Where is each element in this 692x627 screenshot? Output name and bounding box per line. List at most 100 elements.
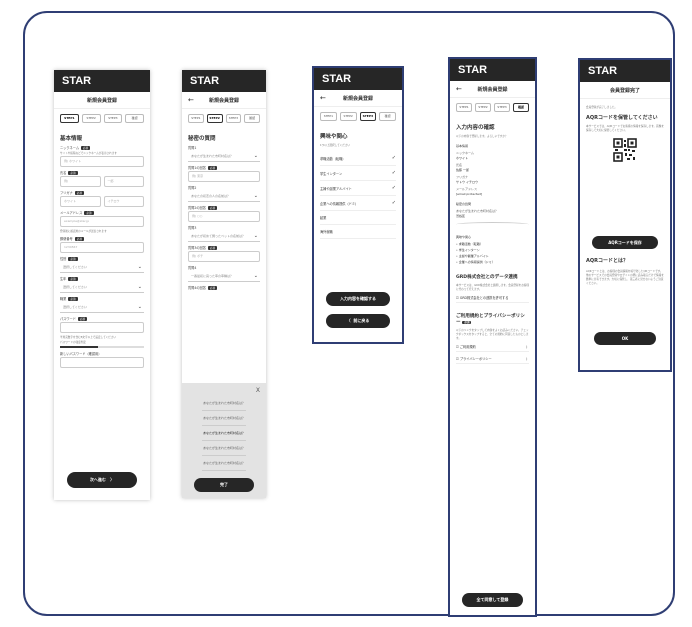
agree-register-button[interactable]: 全て同意して登録 [462, 593, 523, 607]
zip-input[interactable]: 1234567 [60, 242, 144, 253]
confirm-button[interactable]: 入力内容を確認する [326, 292, 390, 306]
group-heading: 基本情報 [456, 144, 469, 148]
step-2: STEP2 [81, 114, 101, 123]
back-arrow-icon[interactable]: ← [320, 94, 326, 102]
save-qr-button[interactable]: AQRコードを保存 [592, 236, 658, 249]
chevron-right-icon: 〉 [525, 357, 529, 361]
picker-option[interactable]: あなたが生まれた市町村名は？ [202, 396, 246, 411]
birth-select[interactable]: 選択してください ⌄ [60, 282, 144, 293]
chevron-down-icon: ⌄ [137, 284, 142, 290]
step-1: STEP1 [456, 103, 472, 112]
app-title: STAR [182, 70, 266, 92]
interest-item[interactable]: 主婦や副業アルバイト ✓ [320, 181, 396, 196]
step-3: STEP3 [494, 103, 510, 112]
interest-item[interactable]: 起業 [320, 211, 396, 225]
required-badge: 必須 [84, 210, 94, 215]
q4-label: 質問4 [188, 266, 197, 270]
zip-label: 郵便番号 必須 [60, 236, 84, 241]
data-link-note: 本サービスは、GRD株式会社と連携します。会員登録をお客様に代わって行えます。 [456, 284, 529, 291]
password-confirm-input[interactable] [60, 357, 144, 368]
last-name-input[interactable]: 例) [60, 176, 101, 187]
data-link-title: GRD株式会社とのデータ連携 [456, 275, 518, 280]
data-link-checkbox[interactable]: ☑ GRD株式会社との連携を許可する [456, 293, 529, 303]
a2-input[interactable]: 例) ○○ [188, 211, 260, 222]
required-badge: 必須 [68, 296, 78, 301]
picker-option[interactable]: あなたが生まれた市町村名は？ [202, 426, 246, 441]
qr-code-icon [613, 138, 637, 162]
a1-label: 質問1の回答 必須 [188, 165, 218, 170]
terms-note: 以下のリンクをタップして内容をよくお読みください。チェックボックスをタップすると… [456, 329, 529, 340]
picker-option[interactable]: あなたが生まれた市町村名は？ [202, 456, 246, 471]
screen-confirm: STAR ← 新規会員登録 STEP1 STEP2 STEP3 確認 入力内容の… [448, 57, 537, 617]
section-title: 秘密の質問 [188, 136, 216, 142]
chevron-right-icon: 〉 [110, 477, 115, 482]
ok-button[interactable]: OK [594, 332, 656, 345]
truncation-wave [456, 222, 529, 227]
kana-first-input[interactable]: イチロウ [103, 196, 144, 207]
privacy-link[interactable]: ☑ プライバシーポリシー〉 [456, 354, 529, 364]
password-input[interactable] [60, 322, 144, 333]
next-button[interactable]: 次へ進む 〉 [67, 472, 137, 488]
check-icon: ✓ [391, 185, 396, 191]
required-badge: 必須 [68, 256, 78, 261]
chevron-down-icon: ⌄ [137, 304, 142, 310]
back-button[interactable]: 〈 前に戻る [326, 314, 390, 328]
required-badge: 必須 [81, 145, 91, 150]
screen-basic-info: STAR 新規会員登録 STEP1 STEP2 STEP3 確認 基本情報 ニッ… [54, 70, 150, 500]
a3-input[interactable]: 例) ポチ [188, 251, 260, 262]
close-icon[interactable]: X [182, 383, 266, 396]
step-1: STEP1 [60, 114, 79, 123]
required-badge: 必須 [207, 205, 218, 210]
chevron-down-icon: ⌄ [253, 233, 258, 239]
q2-label: 質問2 [188, 186, 197, 190]
interest-item[interactable]: 海外就職 [320, 225, 396, 239]
gender-select[interactable]: 選択してください ⌄ [60, 262, 144, 273]
nickname-input[interactable]: 例) ホワイト [60, 156, 144, 167]
chevron-down-icon: ⌄ [253, 193, 258, 199]
kana-label: フリガナ 必須 [60, 190, 84, 195]
section-title: 基本情報 [60, 136, 83, 142]
step-confirm: 確認 [125, 114, 144, 123]
required-badge: 必須 [207, 285, 218, 290]
required-badge: 必須 [77, 316, 88, 321]
step-1: STEP1 [188, 114, 204, 123]
confirm-note: 以下の内容で登録します。よろしいですか？ [456, 135, 508, 138]
chevron-down-icon: ⌄ [253, 273, 258, 279]
step-indicator: STEP1 STEP2 STEP3 確認 [54, 109, 150, 128]
q1-select[interactable]: あなたが生まれた市町村名は？ ⌄ [188, 151, 260, 162]
chevron-right-icon: 〉 [525, 345, 529, 349]
interest-item[interactable]: 求職活動（転職） ✓ [320, 151, 396, 166]
kana-last-input[interactable]: ホワイト [60, 196, 101, 207]
interest-item[interactable]: 学生インターン ✓ [320, 166, 396, 181]
job-select[interactable]: 選択してください ⌄ [60, 302, 144, 313]
terms-link[interactable]: ☑ ご利用規約〉 [456, 342, 529, 352]
a1-input[interactable]: 例) 東京 [188, 171, 260, 182]
q4-select[interactable]: 一番最初に買った車の車種は？ ⌄ [188, 271, 260, 282]
q2-select[interactable]: あなたの初恋の人の名前は？ ⌄ [188, 191, 260, 202]
app-title: STAR [580, 60, 670, 82]
page-title: ← 新規会員登録 [450, 81, 535, 98]
q3-select[interactable]: あなたが初めて飼ったペットの名前は？ ⌄ [188, 231, 260, 242]
check-icon: ✓ [391, 170, 396, 176]
password-strength-label: パスワードの強度判定 [60, 341, 86, 344]
required-badge: 必須 [68, 276, 78, 281]
interest-item[interactable]: 企業への情報提供（ドミ） ✓ [320, 196, 396, 211]
step-3: STEP3 [103, 114, 123, 123]
job-label: 職業 必須 [60, 296, 78, 301]
q3-label: 質問3 [188, 226, 197, 230]
picker-option[interactable]: あなたが生まれた市町村名は？ [202, 411, 246, 426]
required-badge: 必須 [74, 190, 84, 195]
email-input[interactable]: example@star.jp [60, 216, 144, 227]
check-icon: ✓ [391, 200, 396, 206]
a3-label: 質問3の回答 必須 [188, 245, 218, 250]
page-title: ← 新規会員登録 [314, 90, 402, 107]
first-name-input[interactable]: 一郎 [103, 176, 144, 187]
picker-option[interactable]: あなたが生まれた市町村名は？ [202, 441, 246, 456]
required-badge: 必須 [74, 236, 84, 241]
interest-note: 1つ以上選択してください [320, 144, 351, 147]
qr-title: AQRコードを保管してください [586, 115, 658, 121]
done-button[interactable]: 完了 [194, 478, 254, 492]
back-arrow-icon[interactable]: ← [188, 96, 194, 104]
gender-label: 性別 必須 [60, 256, 78, 261]
back-arrow-icon[interactable]: ← [456, 85, 462, 93]
